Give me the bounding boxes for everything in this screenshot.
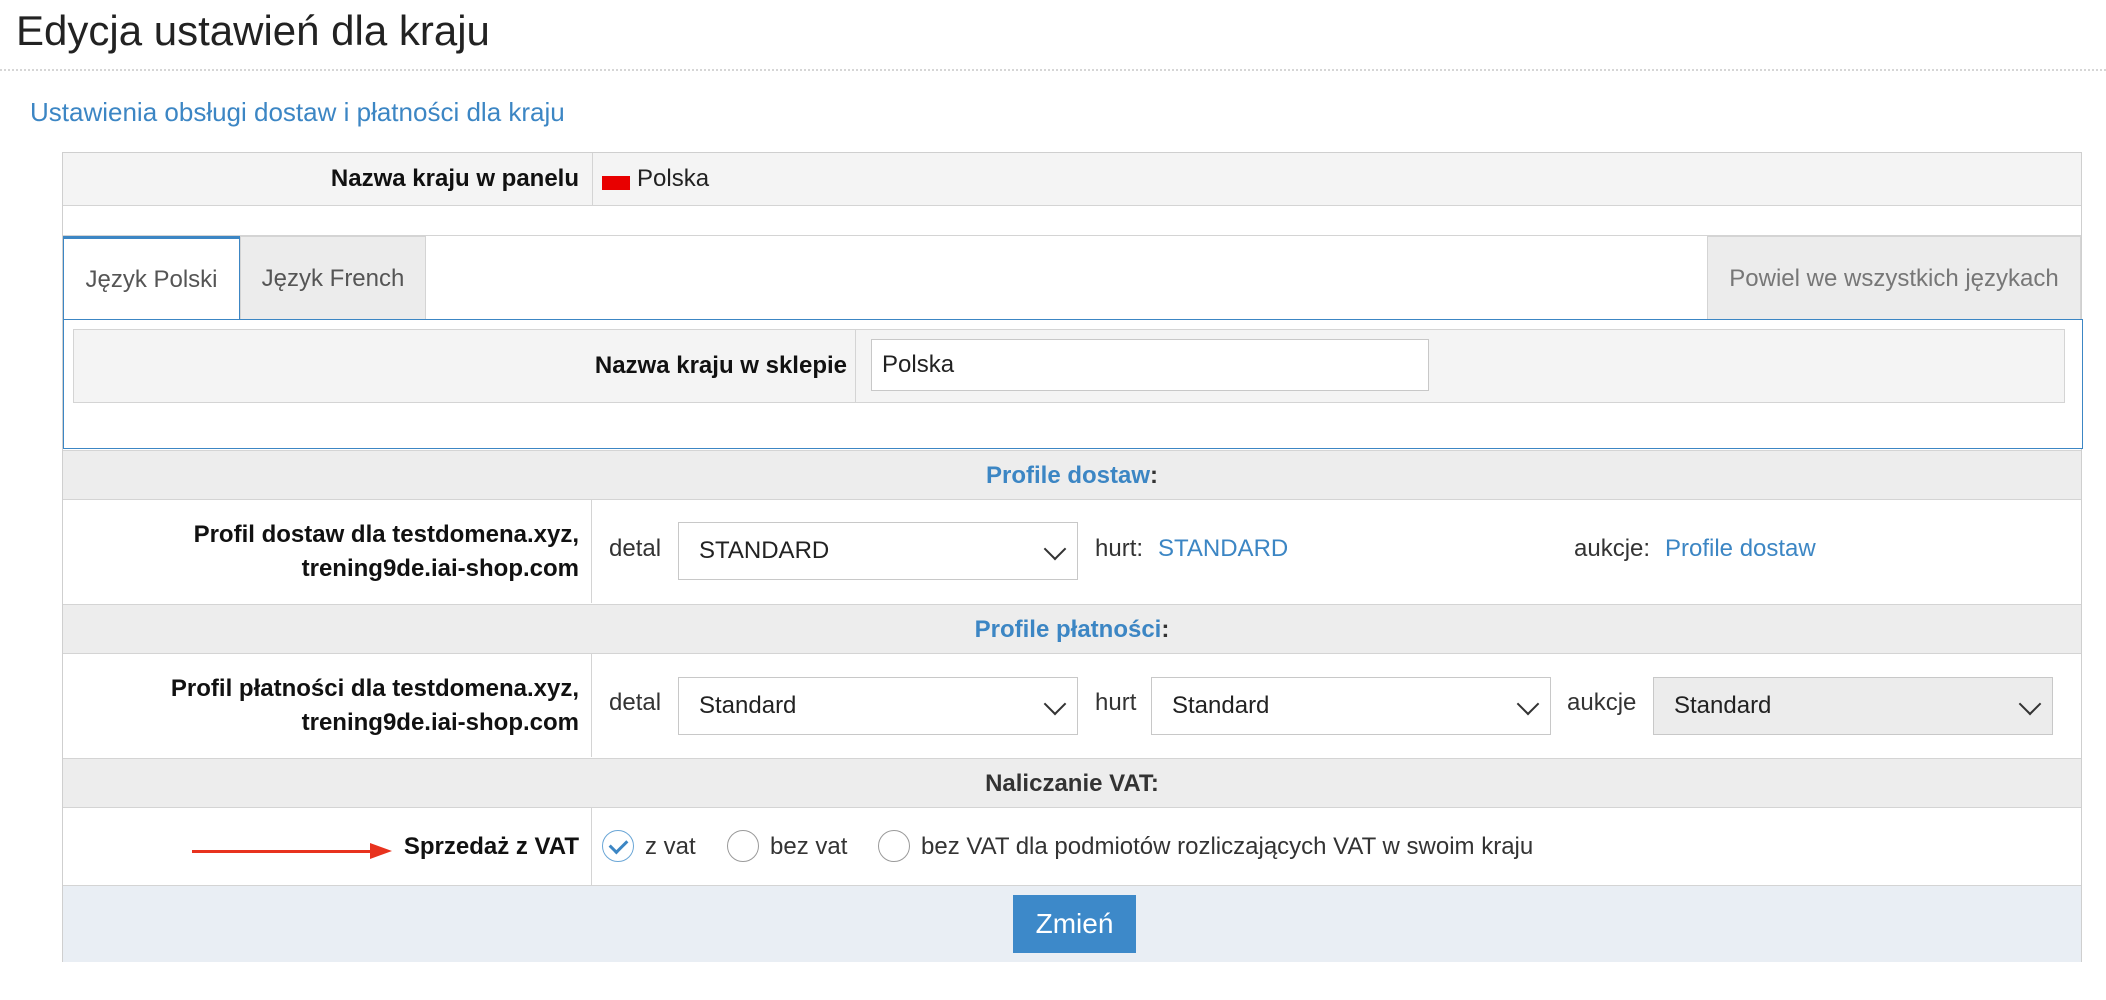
settings-form: Nazwa kraju w panelu Polska Język Polski… (62, 152, 2083, 962)
tab-french-label: Język French (261, 264, 405, 292)
delivery-auction-link[interactable]: Profile dostaw (1665, 535, 1816, 563)
delivery-wholesale-label: hurt: (1095, 535, 1144, 562)
vat-row: Sprzedaż z VAT z vat bez vat bez VAT dla… (63, 808, 2081, 885)
payment-wholesale-label: hurt (1095, 689, 1137, 716)
payment-profiles-title: Profile płatności (974, 616, 1162, 643)
copy-all-languages-label: Powiel we wszystkich językach (1729, 264, 2059, 292)
vat-option-with-vat-radio[interactable] (602, 830, 634, 862)
chevron-down-icon (2018, 692, 2042, 716)
delivery-auction-label: aukcje: (1574, 535, 1651, 562)
delivery-profile-row: Profil dostaw dla testdomena.xyz, trenin… (63, 500, 2081, 603)
shop-name-row: Nazwa kraju w sklepie (73, 329, 2065, 403)
delivery-retail-label: detal (609, 535, 662, 562)
delivery-profile-label: Profil dostaw dla testdomena.xyz, trenin… (63, 500, 592, 603)
vat-row-label-cell: Sprzedaż z VAT (63, 808, 592, 885)
form-actions: Zmień (63, 885, 2081, 962)
tab-polish[interactable]: Język Polski (63, 236, 240, 321)
tab-polish-label: Język Polski (85, 266, 218, 293)
annotation-arrow-icon (370, 843, 392, 859)
delivery-profiles-header: Profile dostaw: (63, 450, 2081, 500)
delivery-retail-value: STANDARD (699, 537, 830, 564)
delivery-profile-label-line-2: trening9de.iai-shop.com (301, 554, 579, 582)
payment-profile-row: Profil płatności dla testdomena.xyz, tre… (63, 654, 2081, 757)
checkmark-icon (608, 834, 629, 855)
payment-profile-label-line-2: trening9de.iai-shop.com (301, 708, 579, 736)
delivery-retail-select[interactable]: STANDARD (678, 522, 1078, 580)
chevron-down-icon (1043, 692, 1067, 716)
shop-name-label: Nazwa kraju w sklepie (74, 330, 856, 402)
vat-row-label: Sprzedaż z VAT (403, 832, 579, 860)
tab-french[interactable]: Język French (240, 236, 426, 320)
vat-option-reverse-charge-label[interactable]: bez VAT dla podmiotów rozliczających VAT… (921, 833, 1533, 861)
annotation-arrow-line (192, 850, 372, 853)
vat-option-without-vat-label[interactable]: bez vat (770, 833, 847, 861)
payment-retail-select[interactable]: Standard (678, 677, 1078, 735)
country-panel-row: Nazwa kraju w panelu Polska (63, 153, 2081, 206)
country-panel-value: Polska (637, 165, 710, 192)
payment-retail-label: detal (609, 689, 662, 716)
column-divider (592, 153, 593, 205)
change-button[interactable]: Zmień (1013, 895, 1136, 953)
vat-header: Naliczanie VAT: (63, 758, 2081, 808)
poland-flag-icon (602, 176, 630, 190)
payment-wholesale-value: Standard (1172, 692, 1270, 719)
tab-panel-polish: Nazwa kraju w sklepie (63, 319, 2083, 449)
payment-wholesale-select[interactable]: Standard (1151, 677, 1551, 735)
vat-option-with-vat-label[interactable]: z vat (645, 833, 696, 861)
payment-auction-label: aukcje (1567, 689, 1637, 716)
payment-profiles-header: Profile płatności: (63, 604, 2081, 654)
payment-profile-label-line-1: Profil płatności dla testdomena.xyz, (170, 674, 579, 702)
payment-auction-select[interactable]: Standard (1653, 677, 2053, 735)
title-divider (0, 69, 2106, 71)
copy-all-languages-button[interactable]: Powiel we wszystkich językach (1707, 236, 2081, 320)
chevron-down-icon (1516, 692, 1540, 716)
delivery-profiles-title: Profile dostaw (985, 462, 1151, 489)
payment-profile-label: Profil płatności dla testdomena.xyz, tre… (63, 654, 592, 757)
payment-retail-value: Standard (699, 692, 797, 719)
country-panel-label: Nazwa kraju w panelu (330, 165, 579, 192)
section-link[interactable]: Ustawienia obsługi dostaw i płatności dl… (30, 94, 565, 130)
chevron-down-icon (1043, 537, 1067, 561)
vat-option-reverse-charge-radio[interactable] (878, 830, 910, 862)
delivery-profile-label-line-1: Profil dostaw dla testdomena.xyz, (193, 520, 579, 548)
vat-title: Naliczanie VAT: (985, 770, 1159, 797)
vat-option-without-vat-radio[interactable] (727, 830, 759, 862)
payment-auction-value: Standard (1674, 692, 1772, 719)
shop-name-input[interactable] (871, 339, 1429, 391)
language-tabs: Język Polski Język French Powiel we wszy… (63, 235, 2081, 321)
delivery-wholesale-link[interactable]: STANDARD (1158, 535, 1288, 563)
page-title: Edycja ustawień dla kraju (16, 7, 490, 54)
